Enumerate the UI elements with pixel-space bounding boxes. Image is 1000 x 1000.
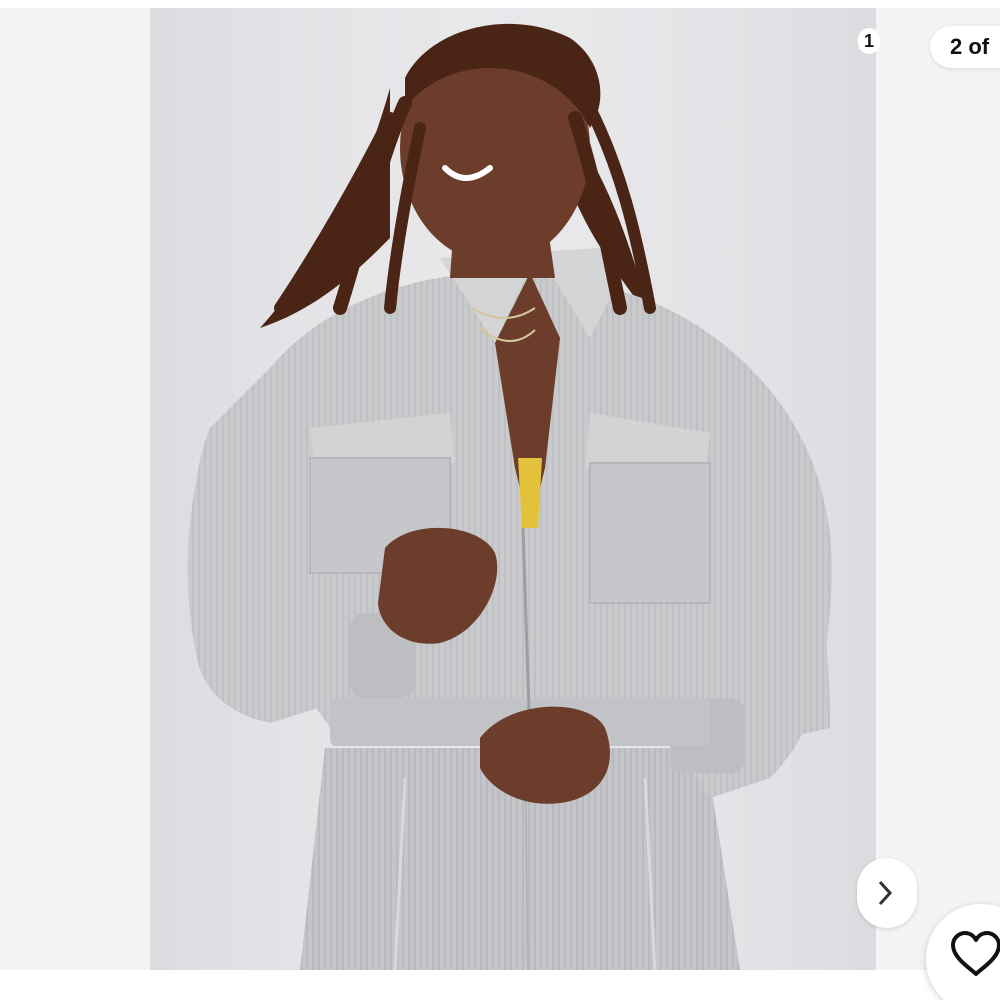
- image-counter-partial: 1: [858, 28, 881, 54]
- heart-outline-icon: [951, 931, 1000, 976]
- previous-image-panel[interactable]: [0, 8, 150, 970]
- next-image-panel[interactable]: [876, 8, 1000, 970]
- next-image-button[interactable]: [857, 858, 917, 928]
- product-photo[interactable]: [150, 8, 876, 970]
- product-photo-illustration: [150, 8, 876, 970]
- image-viewer: 1 2 of: [0, 0, 1000, 1000]
- chevron-right-icon: [878, 880, 893, 906]
- image-counter: 2 of: [930, 26, 1000, 68]
